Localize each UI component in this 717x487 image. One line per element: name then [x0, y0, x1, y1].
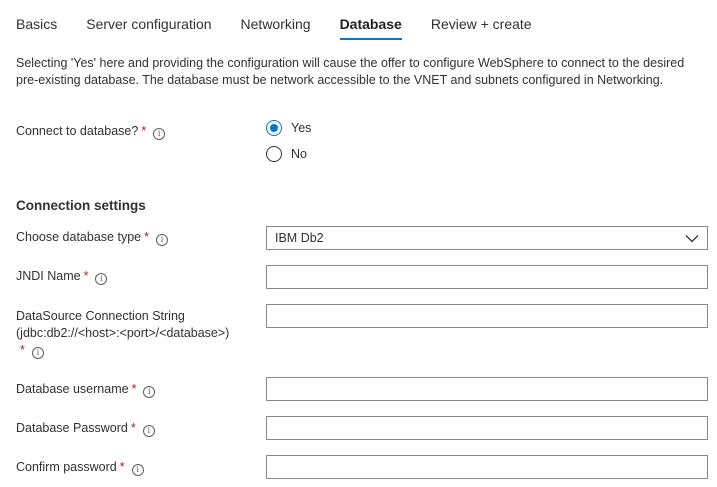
required-mark: *: [83, 269, 89, 283]
datasource-label-line2: (jdbc:db2://<host>:<port>/<database>): [16, 326, 230, 340]
confirm-password-label: Confirm password * i: [16, 459, 144, 476]
database-type-select[interactable]: IBM Db2: [266, 226, 708, 250]
radio-no[interactable]: No: [266, 146, 307, 162]
database-username-label: Database username * i: [16, 381, 156, 398]
database-username-input[interactable]: [266, 377, 708, 401]
required-mark: *: [130, 421, 136, 435]
radio-yes[interactable]: Yes: [266, 120, 311, 136]
description-text: Selecting 'Yes' here and providing the c…: [16, 56, 685, 87]
radio-yes-label: Yes: [291, 121, 312, 135]
database-username-label-text: Database username: [16, 382, 129, 396]
info-icon[interactable]: i: [95, 273, 108, 285]
confirm-password-label-text: Confirm password: [16, 460, 117, 474]
jndi-name-input[interactable]: [266, 265, 708, 289]
info-icon[interactable]: i: [31, 347, 44, 359]
database-type-value: IBM Db2: [275, 231, 324, 245]
jndi-name-label: JNDI Name * i: [16, 268, 108, 285]
tab-networking[interactable]: Networking: [241, 0, 311, 42]
required-mark: *: [119, 460, 125, 474]
required-mark: *: [144, 230, 149, 244]
connect-to-database-label: Connect to database? * i: [16, 123, 166, 140]
database-type-label-text: Choose database type: [16, 230, 142, 244]
database-type-label: Choose database type * i: [16, 229, 168, 246]
required-mark: *: [131, 382, 137, 396]
database-password-input[interactable]: [266, 416, 708, 440]
info-icon[interactable]: i: [153, 128, 166, 140]
connection-settings-heading: Connection settings: [16, 198, 146, 213]
datasource-connection-string-label: DataSource Connection String (jdbc:db2:/…: [16, 308, 229, 359]
required-mark: *: [141, 124, 147, 138]
database-password-label: Database Password * i: [16, 420, 155, 437]
tab-basics[interactable]: Basics: [16, 0, 57, 42]
datasource-connection-string-input[interactable]: [266, 304, 708, 328]
confirm-password-input[interactable]: [266, 455, 708, 479]
required-mark: *: [20, 343, 25, 357]
info-icon[interactable]: i: [131, 464, 144, 476]
chevron-down-icon: [685, 234, 699, 242]
jndi-name-label-text: JNDI Name: [16, 269, 81, 283]
tab-database[interactable]: Database: [339, 0, 403, 42]
info-icon[interactable]: i: [142, 425, 155, 437]
radio-button-yes[interactable]: [266, 120, 282, 136]
tab-server-configuration[interactable]: Server configuration: [86, 0, 211, 42]
datasource-label-line1: DataSource Connection String: [16, 309, 185, 323]
radio-selected-dot: [270, 124, 278, 132]
tab-review-create[interactable]: Review + create: [431, 0, 532, 42]
wizard-tabs: Basics Server configuration Networking D…: [16, 0, 561, 42]
radio-button-no[interactable]: [266, 146, 282, 162]
radio-no-label: No: [291, 147, 307, 161]
database-password-label-text: Database Password: [16, 421, 128, 435]
info-icon[interactable]: i: [155, 234, 168, 246]
connect-label-text: Connect to database?: [16, 124, 139, 138]
info-icon[interactable]: i: [143, 386, 156, 398]
